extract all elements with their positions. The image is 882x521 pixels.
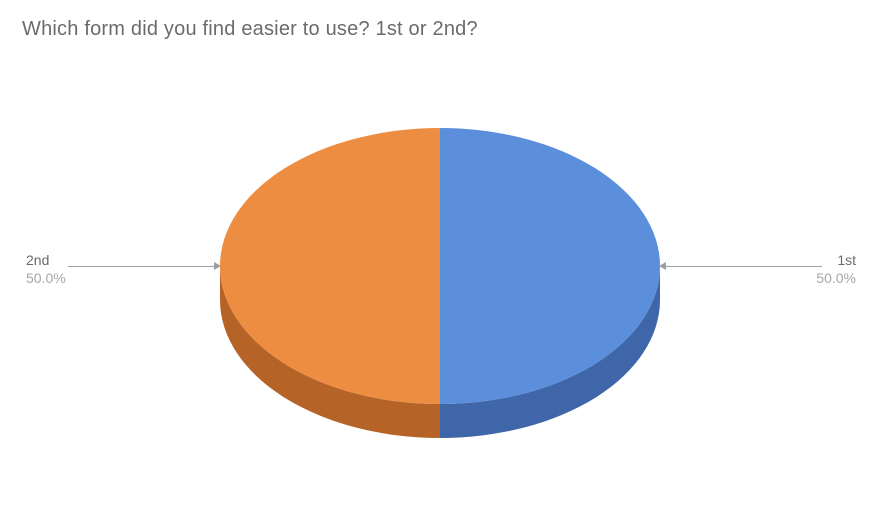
slice-label-1st: 1st 50.0% [816,252,856,287]
slice-percent-2nd: 50.0% [26,270,66,288]
slice-name-1st: 1st [816,252,856,270]
leader-arrow-1st [659,262,666,270]
slice-percent-1st: 50.0% [816,270,856,288]
leader-line-2nd [68,266,214,267]
pie-chart [0,0,882,521]
chart-container: Which form did you find easier to use? 1… [0,0,882,521]
leader-line-1st [666,266,822,267]
leader-arrow-2nd [214,262,221,270]
slice-name-2nd: 2nd [26,252,66,270]
slice-label-2nd: 2nd 50.0% [26,252,66,287]
